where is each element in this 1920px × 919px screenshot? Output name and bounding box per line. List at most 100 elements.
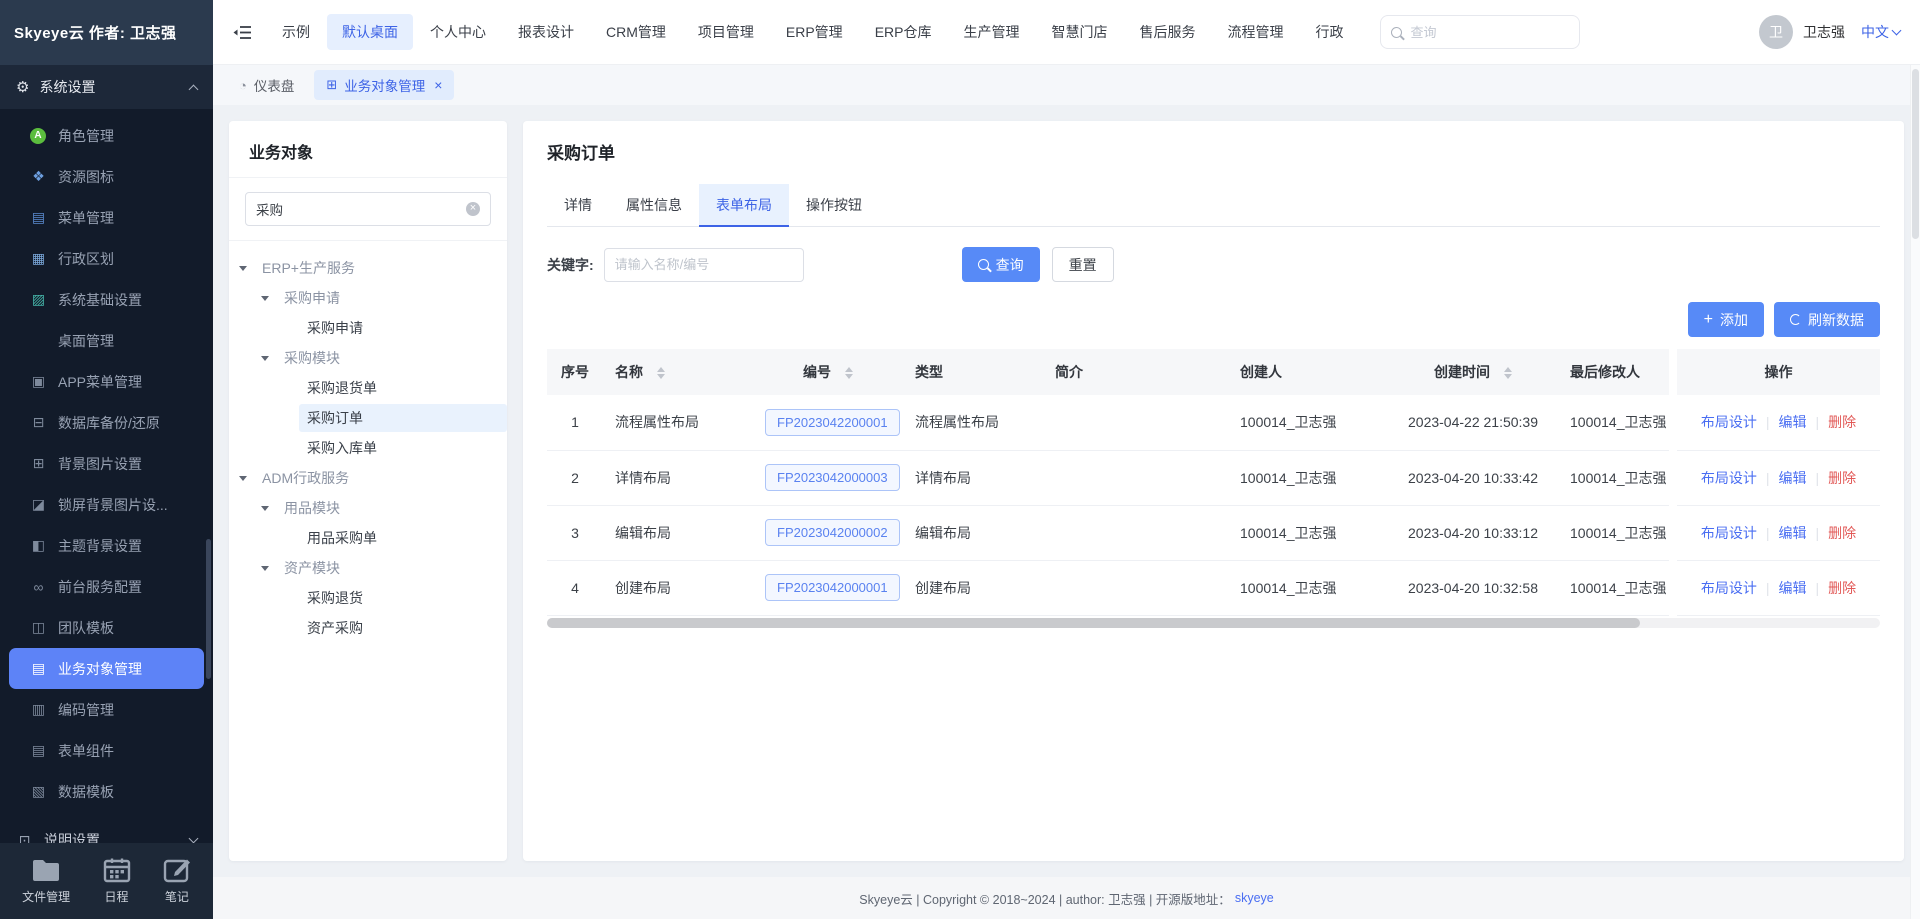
code-badge[interactable]: FP2023042000001 (765, 574, 900, 601)
caret-down-icon[interactable] (261, 356, 269, 361)
window-tab-仪表盘[interactable]: ◔仪表盘 (227, 70, 306, 100)
sidebar-group-system-settings[interactable]: ⚙ 系统设置 (0, 65, 213, 109)
sidebar-item-菜单管理[interactable]: ▤菜单管理 (0, 197, 213, 238)
tree-search-box[interactable]: × (245, 192, 491, 226)
sidebar-item-锁屏背景图片设...[interactable]: ◪锁屏背景图片设... (0, 484, 213, 525)
nav-item-CRM管理[interactable]: CRM管理 (591, 14, 681, 50)
nav-item-个人中心[interactable]: 个人中心 (415, 14, 501, 50)
tree-node-采购退货[interactable]: 采购退货 (229, 583, 507, 613)
sidebar-item-资源图标[interactable]: ❖资源图标 (0, 156, 213, 197)
edit-link[interactable]: 编辑 (1779, 580, 1807, 596)
edit-link[interactable]: 编辑 (1779, 414, 1807, 430)
clear-icon[interactable]: × (466, 202, 480, 216)
dock-item-日程[interactable]: 日程 (103, 857, 131, 905)
tree-search-input[interactable] (256, 202, 466, 217)
tree-node-采购入库单[interactable]: 采购入库单 (229, 433, 507, 463)
delete-link[interactable]: 删除 (1828, 525, 1856, 541)
sort-icon[interactable] (657, 367, 665, 379)
sidebar-item-数据模板[interactable]: ▧数据模板 (0, 771, 213, 812)
tree-node-采购订单[interactable]: 采购订单 (229, 403, 507, 433)
horizontal-scrollbar-thumb[interactable] (547, 618, 1640, 628)
caret-down-icon[interactable] (261, 566, 269, 571)
tree-node-资产模块[interactable]: 资产模块 (229, 553, 507, 583)
avatar[interactable]: 卫 (1759, 15, 1793, 49)
sidebar-item-团队模板[interactable]: ◫团队模板 (0, 607, 213, 648)
sidebar-item-桌面管理[interactable]: 桌面管理 (0, 320, 213, 361)
keyword-input[interactable] (604, 248, 804, 282)
layout-design-link[interactable]: 布局设计 (1701, 580, 1757, 596)
dock-item-文件管理[interactable]: 文件管理 (22, 857, 70, 905)
sidebar-item-前台服务配置[interactable]: ∞前台服务配置 (0, 566, 213, 607)
collapse-sidebar-icon[interactable] (233, 25, 251, 40)
code-badge[interactable]: FP2023042000003 (765, 464, 900, 491)
tab-详情[interactable]: 详情 (547, 184, 609, 226)
delete-link[interactable]: 删除 (1828, 580, 1856, 596)
sidebar-item-主题背景设置[interactable]: ◧主题背景设置 (0, 525, 213, 566)
sidebar-group-说明设置[interactable]: ⊡说明设置 (0, 818, 213, 843)
nav-item-项目管理[interactable]: 项目管理 (683, 14, 769, 50)
page-scrollbar-thumb[interactable] (1912, 69, 1919, 239)
page-scrollbar[interactable] (1910, 65, 1920, 919)
sidebar-item-系统基础设置[interactable]: ▨系统基础设置 (0, 279, 213, 320)
code-badge[interactable]: FP2023042000002 (765, 519, 900, 546)
sidebar-item-表单组件[interactable]: ▤表单组件 (0, 730, 213, 771)
sidebar-item-背景图片设置[interactable]: ⊞背景图片设置 (0, 443, 213, 484)
nav-item-生产管理[interactable]: 生产管理 (948, 14, 1034, 50)
tree-node-采购模块[interactable]: 采购模块 (229, 343, 507, 373)
sidebar-scrollbar-thumb[interactable] (206, 539, 211, 679)
sidebar-item-数据库备份/还原[interactable]: ⊟数据库备份/还原 (0, 402, 213, 443)
query-button[interactable]: 查询 (962, 247, 1040, 282)
opensource-link[interactable]: skyeye (1235, 891, 1274, 905)
global-search-input[interactable] (1410, 25, 1569, 40)
nav-item-报表设计[interactable]: 报表设计 (503, 14, 589, 50)
tab-操作按钮[interactable]: 操作按钮 (789, 184, 879, 226)
caret-down-icon[interactable] (261, 506, 269, 511)
column-header-名称[interactable]: 名称 (603, 349, 753, 395)
nav-item-默认桌面[interactable]: 默认桌面 (327, 14, 413, 50)
column-header-创建时间[interactable]: 创建时间 (1388, 349, 1558, 395)
column-header-编号[interactable]: 编号 (753, 349, 903, 395)
nav-item-售后服务[interactable]: 售后服务 (1124, 14, 1210, 50)
tree-node-采购申请[interactable]: 采购申请 (229, 313, 507, 343)
user-name[interactable]: 卫志强 (1803, 22, 1845, 42)
tree-node-ADM行政服务[interactable]: ADM行政服务 (229, 463, 507, 493)
sort-icon[interactable] (845, 367, 853, 379)
delete-link[interactable]: 删除 (1828, 470, 1856, 486)
tree-node-采购申请[interactable]: 采购申请 (229, 283, 507, 313)
reset-button[interactable]: 重置 (1052, 247, 1114, 282)
horizontal-scrollbar[interactable] (547, 618, 1880, 628)
nav-item-智慧门店[interactable]: 智慧门店 (1036, 14, 1122, 50)
global-search[interactable] (1380, 15, 1580, 49)
tree-node-用品模块[interactable]: 用品模块 (229, 493, 507, 523)
nav-item-行政[interactable]: 行政 (1300, 14, 1358, 50)
tree-node-ERP+生产服务[interactable]: ERP+生产服务 (229, 253, 507, 283)
edit-link[interactable]: 编辑 (1779, 470, 1807, 486)
close-icon[interactable]: × (434, 77, 442, 93)
refresh-button[interactable]: 刷新数据 (1774, 302, 1880, 337)
layout-design-link[interactable]: 布局设计 (1701, 414, 1757, 430)
sidebar-item-APP菜单管理[interactable]: ▣APP菜单管理 (0, 361, 213, 402)
caret-down-icon[interactable] (239, 266, 247, 271)
layout-design-link[interactable]: 布局设计 (1701, 525, 1757, 541)
code-badge[interactable]: FP2023042200001 (765, 409, 900, 436)
window-tab-业务对象管理[interactable]: ⊞业务对象管理× (314, 70, 454, 100)
sort-icon[interactable] (1504, 367, 1512, 379)
sidebar-item-角色管理[interactable]: A角色管理 (0, 115, 213, 156)
nav-item-流程管理[interactable]: 流程管理 (1212, 14, 1298, 50)
tab-表单布局[interactable]: 表单布局 (699, 184, 789, 226)
caret-down-icon[interactable] (239, 476, 247, 481)
nav-item-示例[interactable]: 示例 (267, 14, 325, 50)
nav-item-ERP管理[interactable]: ERP管理 (771, 14, 858, 50)
dock-item-笔记[interactable]: 笔记 (163, 857, 191, 905)
tab-属性信息[interactable]: 属性信息 (609, 184, 699, 226)
tree-node-用品采购单[interactable]: 用品采购单 (229, 523, 507, 553)
layout-design-link[interactable]: 布局设计 (1701, 470, 1757, 486)
sidebar-item-业务对象管理[interactable]: ▤业务对象管理 (9, 648, 204, 689)
tree-node-资产采购[interactable]: 资产采购 (229, 613, 507, 643)
sidebar-item-编码管理[interactable]: ▥编码管理 (0, 689, 213, 730)
add-button[interactable]: + 添加 (1688, 302, 1764, 337)
edit-link[interactable]: 编辑 (1779, 525, 1807, 541)
sidebar-item-行政区划[interactable]: ▦行政区划 (0, 238, 213, 279)
caret-down-icon[interactable] (261, 296, 269, 301)
delete-link[interactable]: 删除 (1828, 414, 1856, 430)
